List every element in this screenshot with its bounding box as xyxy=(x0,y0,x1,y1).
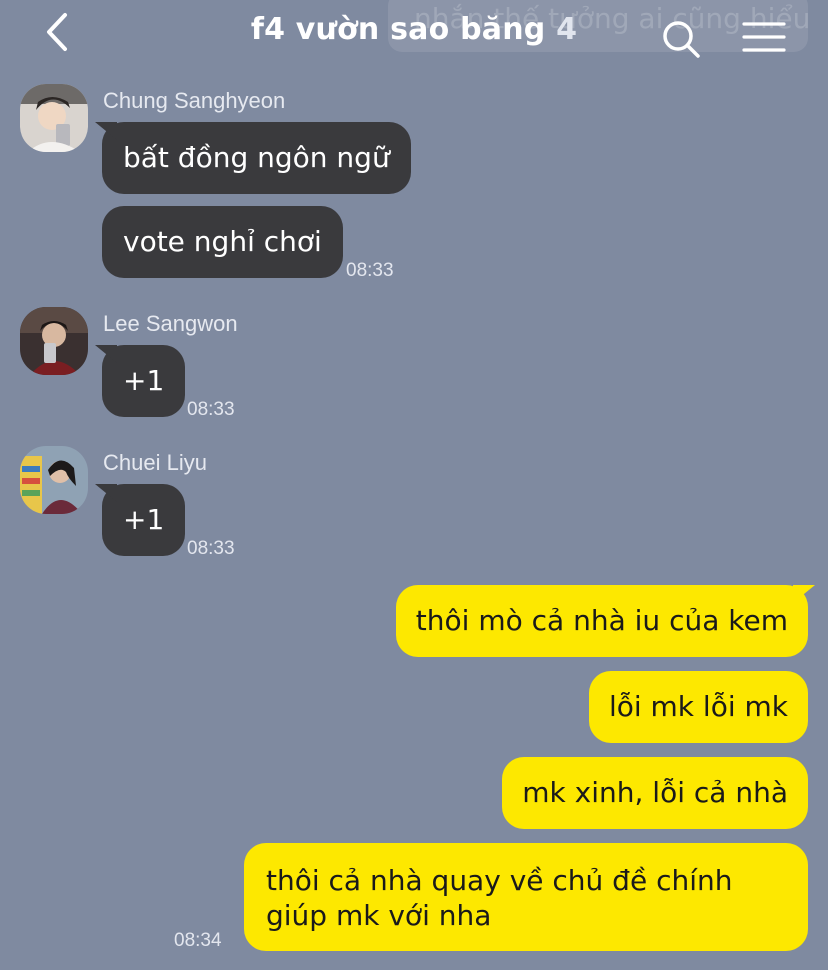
message-timestamp: 08:33 xyxy=(187,538,235,559)
message-timestamp: 08:34 xyxy=(174,930,222,951)
avatar[interactable] xyxy=(20,307,88,375)
chat-name: f4 vườn sao băng xyxy=(250,12,546,47)
sender-name: Lee Sangwon xyxy=(103,311,238,336)
hamburger-menu-icon xyxy=(742,22,786,52)
avatar-photo xyxy=(20,84,88,152)
my-message-bubble[interactable]: lỗi mk lỗi mk xyxy=(588,671,808,743)
my-message-bubble[interactable]: thôi cả nhà quay về chủ đề chính giúp mk… xyxy=(244,843,808,951)
message-timestamp: 08:33 xyxy=(346,260,394,281)
my-message-bubble[interactable]: mk xinh, lỗi cả nhà xyxy=(502,757,808,829)
message-bubble[interactable]: bất đồng ngôn ngữ xyxy=(102,122,411,194)
avatar[interactable] xyxy=(20,84,88,152)
menu-button[interactable] xyxy=(742,20,786,56)
sender-name: Chung Sanghyeon xyxy=(103,88,286,113)
search-icon xyxy=(663,21,700,58)
chat-title: f4 vườn sao băng 4 xyxy=(0,12,828,47)
chat-header: nhắn thế tưởng ai cũng hiểu f4 vườn sao … xyxy=(0,0,828,70)
message-bubble[interactable]: vote nghỉ chơi xyxy=(102,206,343,278)
avatar-photo xyxy=(20,446,88,514)
member-count: 4 xyxy=(556,12,578,47)
message-timestamp: 08:33 xyxy=(187,399,235,420)
avatar[interactable] xyxy=(20,446,88,514)
avatar-photo xyxy=(20,307,88,375)
my-message-bubble[interactable]: thôi mò cả nhà iu của kem xyxy=(395,585,808,657)
search-button[interactable] xyxy=(660,18,702,60)
sender-name: Chuei Liyu xyxy=(103,450,207,475)
message-bubble[interactable]: +1 xyxy=(102,484,186,556)
message-bubble[interactable]: +1 xyxy=(102,345,186,417)
